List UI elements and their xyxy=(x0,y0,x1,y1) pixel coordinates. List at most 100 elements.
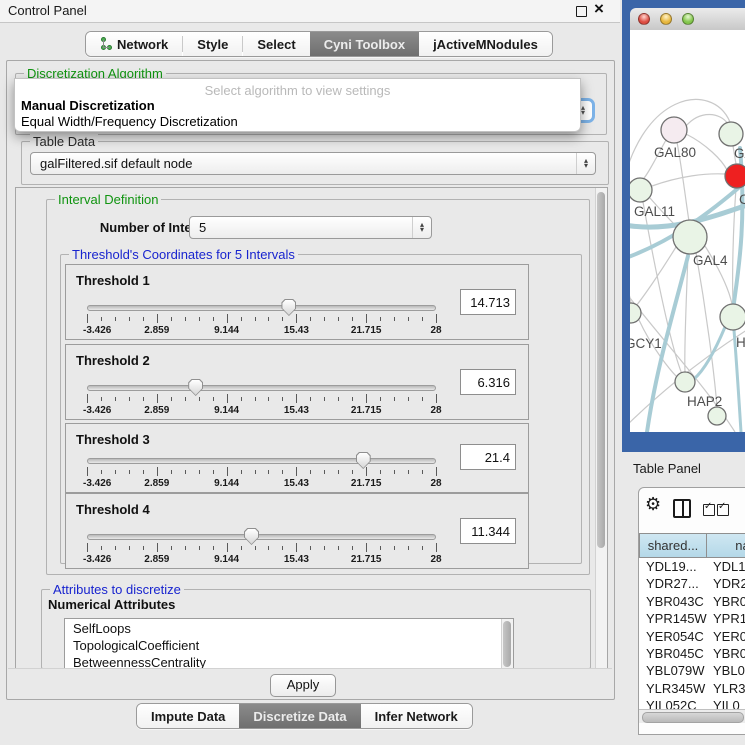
minimize-traffic-light-icon[interactable] xyxy=(660,13,672,25)
network-window-titlebar[interactable] xyxy=(630,8,745,31)
vertical-scrollbar[interactable] xyxy=(595,188,607,670)
node-label: H xyxy=(736,335,745,350)
threshold-4-panel: Threshold 4 -3.426 2.859 9.144 15.43 21.… xyxy=(65,493,529,569)
table-data-title: Table Data xyxy=(30,134,98,149)
close-icon[interactable]: × xyxy=(594,0,604,19)
threshold-1-label: Threshold 1 xyxy=(76,273,150,288)
table-panel: ⚙ ✓ ✓ shared... na YDL19...YDL1 YDR27...… xyxy=(638,487,745,735)
threshold-3-panel: Threshold 3 -3.426 2.859 9.144 15.43 21.… xyxy=(65,423,529,493)
node-gal4 xyxy=(673,220,707,254)
table-row[interactable]: YDR27...YDR2 xyxy=(639,575,745,592)
node-label: GAL80 xyxy=(654,145,696,160)
list-item[interactable]: SelfLoops xyxy=(73,621,131,636)
checkbox-icon[interactable]: ✓ xyxy=(703,504,715,516)
network-canvas[interactable]: GAL80 GA C GAL11 GAL4 GCY1 H HAP2 xyxy=(630,30,745,432)
control-panel: Control Panel × Network Style Select Cyn… xyxy=(0,0,620,745)
threshold-3-value-field[interactable]: 21.4 xyxy=(460,444,516,470)
interval-definition-title: Interval Definition xyxy=(55,192,161,207)
table-rows: YDL19...YDL1 YDR27...YDR2 YBR043CYBR0 YP… xyxy=(639,558,745,709)
table-row[interactable]: YBR043CYBR0 xyxy=(639,593,745,610)
threshold-4-slider[interactable]: -3.426 2.859 9.144 15.43 21.715 28 xyxy=(87,534,436,568)
panel-title: Control Panel xyxy=(8,3,87,18)
slider-thumb[interactable] xyxy=(244,528,259,545)
slider-thumb[interactable] xyxy=(356,452,371,469)
threshold-1-value-field[interactable]: 14.713 xyxy=(460,289,516,315)
tab-jactivemnodules[interactable]: jActiveMNodules xyxy=(419,32,552,56)
gear-icon[interactable]: ⚙ xyxy=(645,494,661,515)
table-row[interactable]: YLR345WYLR3 xyxy=(639,680,745,697)
node-h xyxy=(720,304,745,330)
slider-track[interactable] xyxy=(87,458,436,464)
slider-ticks xyxy=(87,467,436,476)
tab-infer-network[interactable]: Infer Network xyxy=(361,704,472,728)
apply-band: Apply xyxy=(8,668,612,699)
zoom-traffic-light-icon[interactable] xyxy=(682,13,694,25)
table-data-combobox[interactable]: galFiltered.sif default node ▴▾ xyxy=(30,152,596,175)
popup-item-manual-discretization[interactable]: Manual Discretization xyxy=(21,98,155,113)
slider-thumb[interactable] xyxy=(281,299,296,316)
node-label: HAP2 xyxy=(687,394,722,409)
top-tab-bar: Network Style Select Cyni Toolbox jActiv… xyxy=(85,31,553,57)
popup-placeholder: Select algorithm to view settings xyxy=(15,83,580,98)
apply-button[interactable]: Apply xyxy=(270,674,336,697)
threshold-2-value-field[interactable]: 6.316 xyxy=(460,369,516,395)
node-label: GAL4 xyxy=(693,253,728,268)
slider-track[interactable] xyxy=(87,305,436,311)
node-red xyxy=(725,164,745,188)
table-panel-title: Table Panel xyxy=(633,461,701,476)
network-graph: GAL80 GA C GAL11 GAL4 GCY1 H HAP2 xyxy=(630,30,745,432)
control-panel-titlebar: Control Panel × xyxy=(0,0,620,23)
node-label: C xyxy=(739,192,745,207)
scrollbar-thumb[interactable] xyxy=(642,712,744,723)
tab-discretize-data[interactable]: Discretize Data xyxy=(239,704,360,728)
combo-stepper-icon[interactable]: ▴▾ xyxy=(576,153,595,174)
table-row[interactable]: YDL19...YDL1 xyxy=(639,558,745,575)
table-row[interactable]: YPR145WYPR1 xyxy=(639,610,745,627)
checkbox-icon[interactable]: ✓ xyxy=(717,504,729,516)
threshold-2-label: Threshold 2 xyxy=(76,353,150,368)
scrollbar-thumb[interactable] xyxy=(597,192,605,548)
slider-thumb[interactable] xyxy=(188,379,203,396)
table-row[interactable]: YER054CYER0 xyxy=(639,628,745,645)
threshold-2-panel: Threshold 2 -3.426 2.859 9.144 15.43 21.… xyxy=(65,344,529,420)
tab-network[interactable]: Network xyxy=(86,32,182,56)
slider-track[interactable] xyxy=(87,534,436,540)
column-header-name[interactable]: na xyxy=(707,533,745,558)
numerical-attributes-list[interactable]: SelfLoops TopologicalCoefficient Between… xyxy=(64,618,514,672)
slider-tick-labels: -3.426 2.859 9.144 15.43 21.715 28 xyxy=(87,554,436,566)
threshold-1-slider[interactable]: -3.426 2.859 9.144 15.43 21.715 28 xyxy=(87,305,436,339)
close-traffic-light-icon[interactable] xyxy=(638,13,650,25)
threshold-3-slider[interactable]: -3.426 2.859 9.144 15.43 21.715 28 xyxy=(87,458,436,492)
algorithm-dropdown-popup: Select algorithm to view settings Manual… xyxy=(14,78,581,132)
slider-track[interactable] xyxy=(87,385,436,391)
list-scrollbar[interactable] xyxy=(501,619,513,671)
column-header-shared-name[interactable]: shared... xyxy=(639,533,707,558)
tab-cyni-toolbox[interactable]: Cyni Toolbox xyxy=(310,32,419,56)
list-item[interactable]: TopologicalCoefficient xyxy=(73,638,199,653)
slider-tick-labels: -3.426 2.859 9.144 15.43 21.715 28 xyxy=(87,405,436,417)
node-ga xyxy=(719,122,743,146)
table-header-row: shared... na xyxy=(639,533,745,558)
network-icon xyxy=(100,37,112,51)
slider-ticks xyxy=(87,314,436,323)
threshold-2-slider[interactable]: -3.426 2.859 9.144 15.43 21.715 28 xyxy=(87,385,436,419)
horizontal-scrollbar[interactable] xyxy=(639,709,745,723)
popup-item-equal-width-frequency[interactable]: Equal Width/Frequency Discretization xyxy=(21,114,238,129)
scrollbar-thumb[interactable] xyxy=(503,621,511,667)
table-row[interactable]: YBR045CYBR0 xyxy=(639,645,745,662)
columns-icon[interactable] xyxy=(673,499,691,518)
combo-stepper-icon[interactable]: ▴▾ xyxy=(412,217,431,238)
table-row[interactable]: YIL052CYIL0 xyxy=(639,697,745,709)
number-of-intervals-combobox[interactable]: 5 ▴▾ xyxy=(189,216,432,239)
table-row[interactable]: YBL079WYBL0 xyxy=(639,662,745,679)
node-gal80 xyxy=(661,117,687,143)
float-window-icon[interactable] xyxy=(576,6,587,17)
numerical-attributes-label: Numerical Attributes xyxy=(48,597,175,612)
node-hap2 xyxy=(675,372,695,392)
tab-select[interactable]: Select xyxy=(243,32,309,56)
tab-style[interactable]: Style xyxy=(183,32,242,56)
slider-ticks xyxy=(87,543,436,552)
tab-impute-data[interactable]: Impute Data xyxy=(137,704,239,728)
threshold-4-value-field[interactable]: 11.344 xyxy=(460,518,516,544)
threshold-3-label: Threshold 3 xyxy=(76,432,150,447)
